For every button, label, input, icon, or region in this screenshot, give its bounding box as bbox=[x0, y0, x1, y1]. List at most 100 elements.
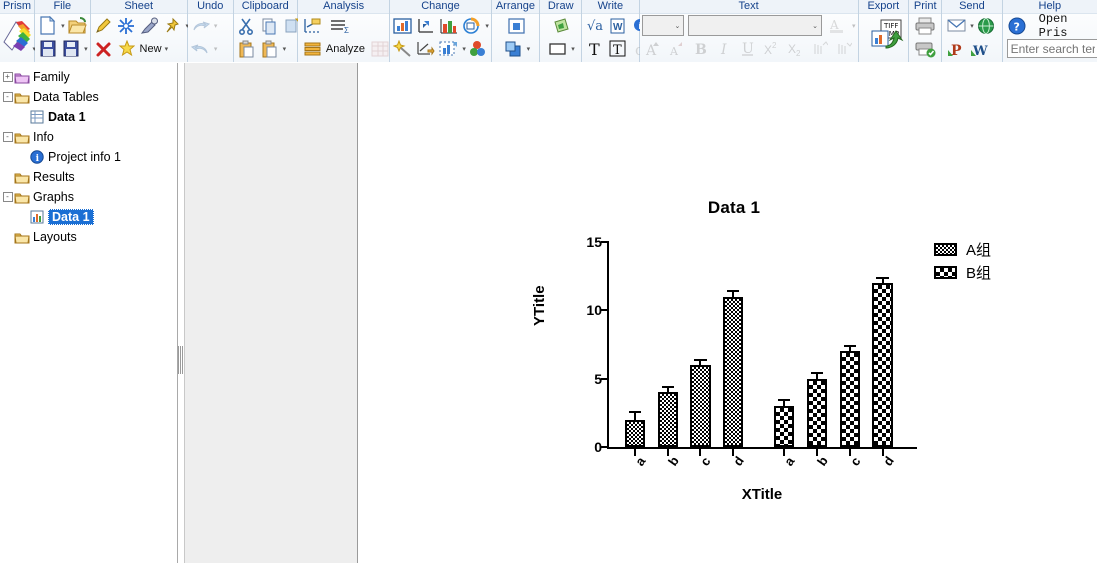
expander-icon[interactable]: + bbox=[2, 71, 13, 83]
help-search-input[interactable] bbox=[1006, 39, 1097, 58]
sidebar-item-data-1-table[interactable]: Data 1 bbox=[0, 107, 177, 127]
save-as-icon[interactable] bbox=[60, 38, 81, 59]
redo-icon[interactable] bbox=[190, 15, 211, 36]
pin-icon[interactable] bbox=[162, 15, 183, 36]
copy-icon[interactable] bbox=[259, 15, 280, 36]
chevron-down-icon[interactable]: ▾ bbox=[165, 45, 169, 53]
bar-series-layer[interactable] bbox=[607, 242, 917, 447]
analysis-grid-icon[interactable] bbox=[369, 38, 390, 59]
bar[interactable] bbox=[723, 296, 744, 447]
legend-entry[interactable]: A组 bbox=[934, 238, 1044, 261]
bar[interactable] bbox=[773, 406, 795, 447]
bar[interactable] bbox=[839, 351, 860, 447]
equation-icon[interactable]: √a bbox=[584, 15, 605, 36]
change-colors-icon[interactable] bbox=[461, 15, 482, 36]
chevron-down-icon[interactable]: ▾ bbox=[485, 22, 489, 30]
sidebar-item-project-info-1[interactable]: i Project info 1 bbox=[0, 147, 177, 167]
paste-special-icon[interactable] bbox=[259, 38, 280, 59]
shapes-icon[interactable] bbox=[551, 15, 572, 36]
shrink-font-icon[interactable]: A bbox=[666, 38, 687, 59]
bold-icon[interactable]: B bbox=[690, 38, 711, 59]
center-icon[interactable] bbox=[506, 15, 527, 36]
font-family-select[interactable]: ⌄ bbox=[688, 15, 823, 36]
email-icon[interactable] bbox=[946, 15, 967, 36]
freeze-icon[interactable] bbox=[116, 15, 137, 36]
expander-icon[interactable]: - bbox=[2, 191, 13, 203]
bar[interactable] bbox=[657, 392, 678, 447]
project-navigator[interactable]: + Family - Data Tables Data 1 - Info i P… bbox=[0, 63, 178, 563]
chevron-down-icon[interactable]: ▾ bbox=[527, 45, 531, 53]
font-color-icon[interactable]: A bbox=[826, 15, 847, 36]
expander-icon[interactable]: - bbox=[2, 91, 13, 103]
text-icon[interactable]: T bbox=[584, 38, 605, 59]
pane-splitter[interactable] bbox=[177, 340, 184, 380]
error-bar-cap bbox=[843, 344, 856, 347]
grow-font-icon[interactable]: A bbox=[642, 38, 663, 59]
sidebar-item-layouts[interactable]: Layouts bbox=[0, 227, 177, 247]
expander-icon[interactable]: - bbox=[2, 131, 13, 143]
new-sheet-icon[interactable] bbox=[116, 38, 137, 59]
analyze-icon[interactable] bbox=[302, 38, 323, 59]
move-up-icon[interactable] bbox=[810, 38, 831, 59]
pencil-icon[interactable] bbox=[93, 15, 114, 36]
bar[interactable] bbox=[690, 365, 711, 447]
open-prism-guide-link[interactable]: Open Pris bbox=[1039, 12, 1095, 40]
prism-logo-icon[interactable]: ▾ bbox=[2, 19, 36, 53]
add-axis-icon[interactable] bbox=[415, 38, 436, 59]
italic-icon[interactable]: I bbox=[714, 38, 735, 59]
save-icon[interactable] bbox=[37, 38, 58, 59]
bar[interactable] bbox=[624, 419, 646, 447]
graph-canvas[interactable]: Data 1 YTitle XTitle 0 5 10 15 abcdabcd A组 … bbox=[359, 63, 1097, 563]
print-icon[interactable] bbox=[915, 15, 936, 36]
chart-legend[interactable]: A组 B组 bbox=[934, 238, 1044, 284]
color-scheme-icon[interactable] bbox=[468, 38, 489, 59]
new-file-icon[interactable] bbox=[37, 15, 58, 36]
help-icon[interactable]: ? bbox=[1007, 15, 1028, 36]
graph-object[interactable]: Data 1 YTitle XTitle 0 5 10 15 abcdabcd A组 … bbox=[531, 198, 1029, 503]
bar[interactable] bbox=[806, 378, 828, 447]
superscript-icon[interactable]: X2 bbox=[762, 38, 783, 59]
sidebar-item-data-tables[interactable]: - Data Tables bbox=[0, 87, 177, 107]
legend-entry[interactable]: B组 bbox=[934, 261, 1044, 284]
word-icon[interactable]: W bbox=[607, 15, 628, 36]
bring-front-icon[interactable] bbox=[503, 38, 524, 59]
sidebar-item-graphs[interactable]: - Graphs bbox=[0, 187, 177, 207]
data-sets-icon[interactable] bbox=[438, 38, 459, 59]
delete-sheet-icon[interactable] bbox=[93, 38, 114, 59]
magic-icon[interactable] bbox=[392, 38, 413, 59]
sidebar-item-results[interactable]: Results bbox=[0, 167, 177, 187]
chevron-down-icon[interactable]: ▾ bbox=[283, 45, 287, 53]
bar[interactable] bbox=[872, 283, 893, 447]
axis-icon[interactable] bbox=[415, 15, 436, 36]
underline-icon[interactable]: U bbox=[738, 38, 759, 59]
interpolate-icon[interactable] bbox=[302, 15, 323, 36]
text-box-icon[interactable]: T bbox=[607, 38, 628, 59]
rectangle-icon[interactable] bbox=[547, 38, 568, 59]
chevron-down-icon[interactable]: ▾ bbox=[61, 22, 65, 30]
chevron-down-icon[interactable]: ▾ bbox=[571, 45, 575, 53]
word-send-icon[interactable]: W bbox=[969, 38, 990, 59]
cut-icon[interactable] bbox=[236, 15, 257, 36]
sidebar-item-family[interactable]: + Family bbox=[0, 67, 177, 87]
svg-text:B: B bbox=[695, 42, 707, 57]
paste-icon[interactable] bbox=[236, 38, 257, 59]
move-down-icon[interactable] bbox=[834, 38, 855, 59]
results-icon[interactable]: Σ bbox=[329, 15, 350, 36]
sidebar-item-data-1-graph[interactable]: Data 1 bbox=[0, 207, 177, 227]
powerpoint-icon[interactable]: P bbox=[946, 38, 967, 59]
error-bar-cap bbox=[727, 289, 740, 292]
undo-icon[interactable] bbox=[190, 38, 211, 59]
open-file-icon[interactable] bbox=[67, 15, 88, 36]
font-size-select[interactable]: ⌄ bbox=[641, 15, 685, 36]
chevron-down-icon[interactable]: ▾ bbox=[84, 45, 88, 53]
export-tiff-bmp-icon[interactable]: TIFF BMP bbox=[870, 17, 904, 53]
chevron-down-icon[interactable]: ▾ bbox=[970, 22, 974, 30]
web-icon[interactable] bbox=[976, 15, 997, 36]
subscript-icon[interactable]: X2 bbox=[786, 38, 807, 59]
sidebar-item-info[interactable]: - Info bbox=[0, 127, 177, 147]
bar-format-icon[interactable] bbox=[438, 15, 459, 36]
chevron-down-icon[interactable]: ▾ bbox=[462, 45, 466, 53]
graph-type-icon[interactable] bbox=[392, 15, 413, 36]
print-preview-icon[interactable] bbox=[915, 38, 936, 59]
analyze-pen-icon[interactable] bbox=[139, 15, 160, 36]
